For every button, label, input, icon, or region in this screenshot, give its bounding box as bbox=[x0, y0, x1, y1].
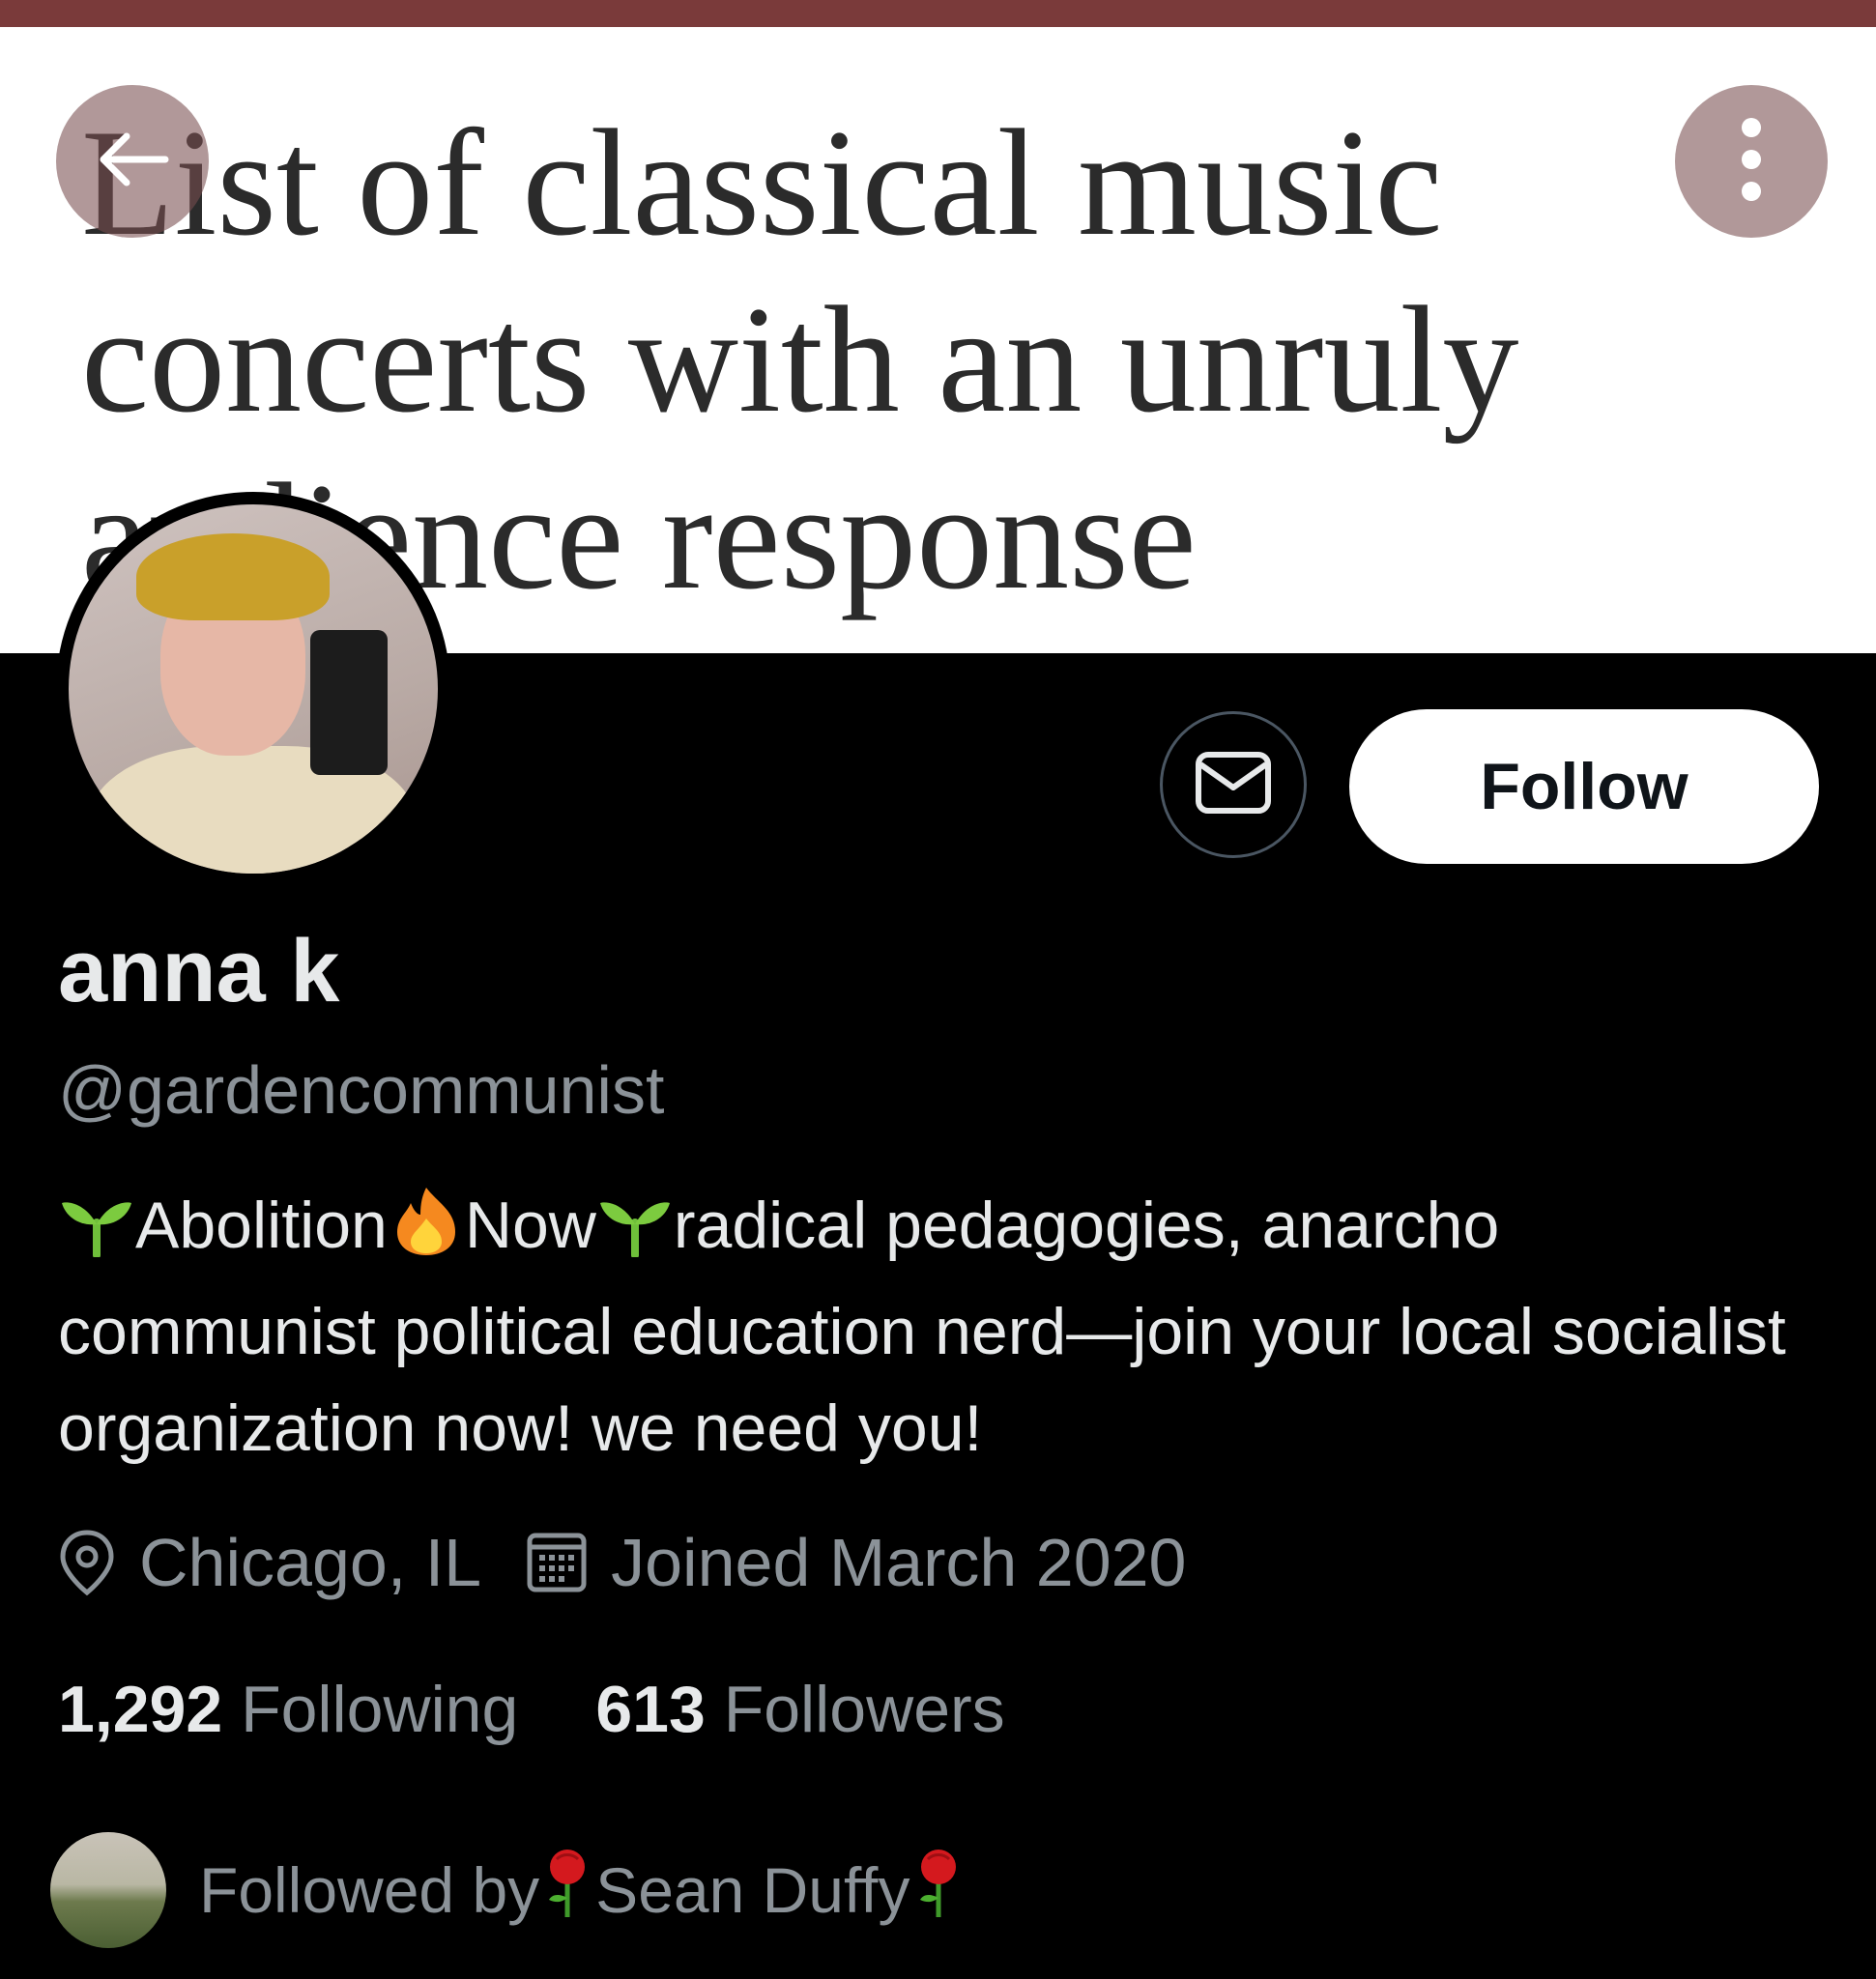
followed-by-label: Followed by bbox=[199, 1854, 540, 1926]
following-link[interactable]: 1,292 Following bbox=[58, 1666, 518, 1753]
joined-item: Joined March 2020 bbox=[526, 1517, 1187, 1608]
bio-text-2: Now bbox=[464, 1189, 596, 1262]
follow-stats: 1,292 Following 613 Followers bbox=[58, 1666, 1082, 1753]
status-bar bbox=[0, 0, 1876, 27]
fire-icon bbox=[388, 1186, 465, 1283]
message-button[interactable] bbox=[1160, 711, 1307, 858]
display-name: anna k bbox=[58, 922, 340, 1020]
seedling-icon bbox=[58, 1187, 135, 1283]
location-pin-icon bbox=[58, 1529, 116, 1596]
seedling-icon bbox=[596, 1187, 674, 1283]
following-count: 1,292 bbox=[58, 1673, 223, 1746]
followers-count: 613 bbox=[595, 1673, 706, 1746]
followers-link[interactable]: 613 Followers bbox=[595, 1666, 1004, 1753]
location-text: Chicago, IL bbox=[139, 1525, 482, 1600]
username-handle: @gardencommunist bbox=[58, 1052, 665, 1128]
avatar-photo bbox=[69, 504, 438, 874]
follow-button[interactable]: Follow bbox=[1349, 709, 1819, 864]
following-label: Following bbox=[241, 1673, 519, 1746]
rose-icon bbox=[545, 1848, 590, 1934]
envelope-icon bbox=[1195, 751, 1272, 819]
followers-label: Followers bbox=[723, 1673, 1005, 1746]
followed-by-row[interactable]: Followed by Sean Duffy bbox=[50, 1832, 967, 1948]
bio-text-1: Abolition bbox=[135, 1189, 388, 1262]
more-options-button[interactable] bbox=[1675, 85, 1828, 238]
profile-bio: Abolition Now radical pedagogies, anarch… bbox=[58, 1177, 1817, 1477]
calendar-icon bbox=[526, 1532, 588, 1593]
arrow-left-icon bbox=[94, 130, 171, 193]
profile-meta: Chicago, IL Joined March 2020 bbox=[58, 1517, 1231, 1608]
back-button[interactable] bbox=[56, 85, 209, 238]
rose-icon bbox=[916, 1848, 961, 1934]
profile-avatar[interactable] bbox=[56, 492, 450, 886]
more-vertical-icon bbox=[1740, 116, 1763, 208]
follower-avatar bbox=[50, 1832, 166, 1948]
joined-text: Joined March 2020 bbox=[611, 1525, 1187, 1600]
location-item: Chicago, IL bbox=[58, 1517, 481, 1608]
followed-by-name: Sean Duffy bbox=[595, 1854, 910, 1926]
